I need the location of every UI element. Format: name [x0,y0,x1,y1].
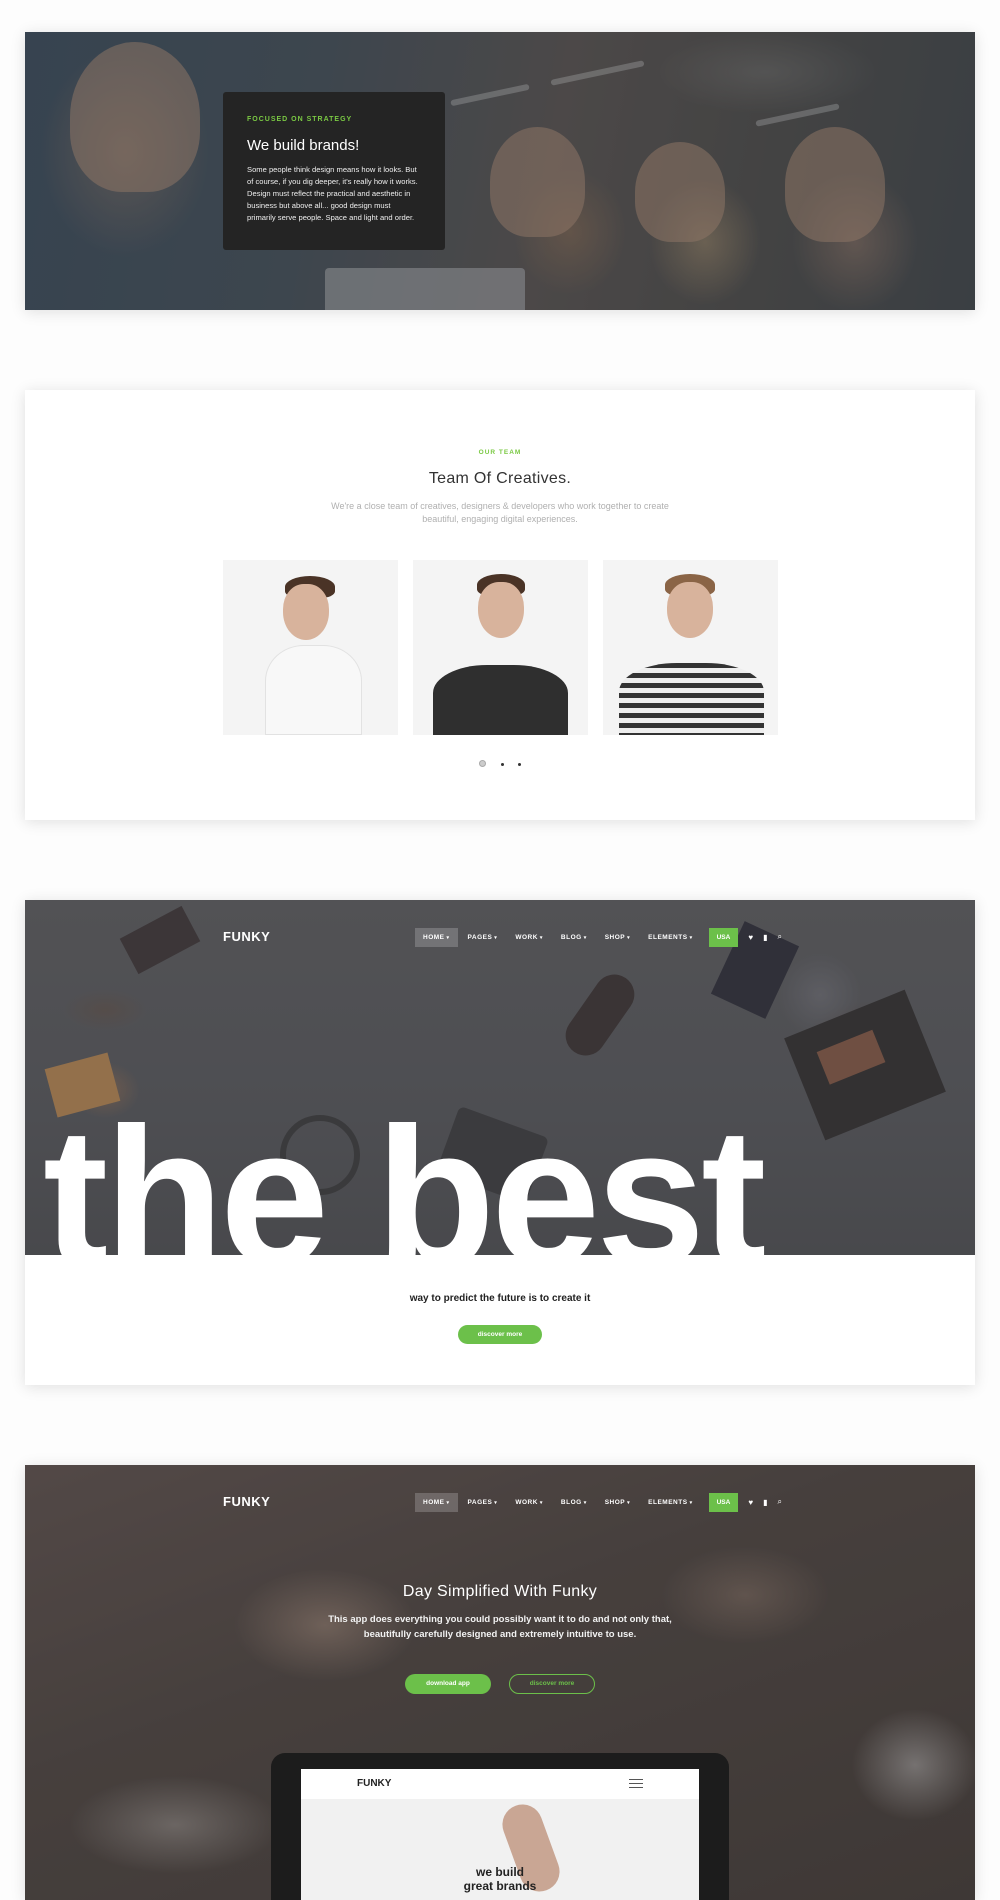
discover-more-button[interactable]: discover more [458,1325,542,1344]
strategy-title: We build brands! [247,137,360,154]
chevron-down-icon: ▾ [539,934,543,941]
nav-item-label: PAGES [467,933,493,941]
team-member-card[interactable] [223,560,398,735]
strategy-eyebrow: FOCUSED ON STRATEGY [247,116,353,123]
tablet-navbar: FUNKY [301,1769,699,1799]
hero-headline: the best [25,1117,975,1255]
chevron-down-icon: ▾ [583,1499,587,1506]
member-sweater [433,665,568,735]
team-member-card[interactable] [603,560,778,735]
chevron-down-icon: ▾ [446,1499,450,1506]
nav-item-label: SHOP [604,1498,626,1506]
nav-item-label: HOME [423,933,445,941]
nav-item-pages[interactable]: PAGES ▾ [460,928,506,947]
chevron-down-icon: ▾ [583,934,587,941]
nav-item-blog[interactable]: BLOG ▾ [553,928,595,947]
hero-headline-text: the best [43,1117,766,1255]
nav-item-work[interactable]: WORK ▾ [507,1493,551,1512]
team-member-card[interactable] [413,560,588,735]
nav-menu: HOME ▾ PAGES ▾ WORK ▾ BLOG ▾ SHOP ▾ ELEMENTS ▾… [415,1491,782,1513]
hero-tagline: way to predict the future is to create i… [409,1293,591,1304]
carousel-dot[interactable] [517,763,521,766]
team-eyebrow: OUR TEAM [478,449,522,456]
chevron-down-icon: ▾ [494,1499,498,1506]
hamburger-menu-icon [629,1779,643,1791]
nav-item-elements[interactable]: ELEMENTS ▾ [640,928,700,947]
nav-item-shop[interactable]: SHOP ▾ [597,1493,638,1512]
main-navbar: FUNKY HOME ▾ PAGES ▾ WORK ▾ BLOG ▾ SHOP ▾ ELE… [25,1491,975,1513]
member-shirt [265,645,362,735]
discover-more-button[interactable]: discover more [509,1674,595,1694]
strategy-body: Some people think design means how it lo… [247,165,418,222]
strategy-card: FOCUSED ON STRATEGY We build brands! Som… [223,92,445,250]
chevron-down-icon: ▾ [494,934,498,941]
app-title: Day Simplified With Funky [402,1583,598,1600]
member-head [283,584,329,640]
tablet-headline-line: great brands [463,1879,537,1893]
nav-item-label: ELEMENTS [648,933,688,941]
nav-item-label: HOME [423,1498,445,1506]
nav-item-work[interactable]: WORK ▾ [507,928,551,947]
nav-item-pages[interactable]: PAGES ▾ [460,1493,506,1512]
nav-item-home[interactable]: HOME ▾ [415,927,458,947]
nav-item-label: ELEMENTS [648,1498,688,1506]
chevron-down-icon: ▾ [627,1499,631,1506]
chevron-down-icon: ▾ [446,934,450,941]
member-head [478,582,524,638]
carousel-dot[interactable] [479,760,487,767]
heart-icon[interactable]: ♥ [748,933,753,942]
tablet-logo: FUNKY [357,1778,392,1789]
heart-icon[interactable]: ♥ [748,1498,753,1507]
search-icon[interactable]: ⌕ [777,1497,781,1507]
carousel-dot[interactable] [500,763,504,766]
chevron-down-icon: ▾ [627,934,631,941]
hero-panel: FOCUSED ON STRATEGY We build brands! Som… [25,32,975,310]
tablet-screen: FUNKY we build great brands [301,1769,699,1900]
tablet-headline: we build great brands [301,1865,699,1893]
team-title: Team Of Creatives. [428,470,572,487]
tablet-headline-line: we build [476,1865,524,1879]
nav-item-blog[interactable]: BLOG ▾ [553,1493,595,1512]
app-description: This app does everything you could possi… [328,1614,672,1640]
download-app-button[interactable]: download app [405,1674,491,1694]
site-logo[interactable]: FUNKY [223,929,270,944]
nav-item-label: WORK [515,933,538,941]
nav-item-label: WORK [515,1498,538,1506]
nav-menu: HOME ▾ PAGES ▾ WORK ▾ BLOG ▾ SHOP ▾ ELEMENTS ▾… [415,926,782,948]
member-shirt [619,663,764,735]
the-best-panel: FUNKY HOME ▾ PAGES ▾ WORK ▾ BLOG ▾ SHOP ▾ ELE… [25,900,975,1385]
nav-item-home[interactable]: HOME ▾ [415,1492,458,1512]
nav-item-label: PAGES [467,1498,493,1506]
team-panel: OUR TEAM Team Of Creatives. We're a clos… [25,390,975,820]
nav-item-label: BLOG [560,933,582,941]
nav-item-label: SHOP [604,933,626,941]
chevron-down-icon: ▾ [689,1499,693,1506]
cart-icon[interactable]: ▮ [763,933,767,942]
nav-item-label: BLOG [560,1498,582,1506]
search-icon[interactable]: ⌕ [777,932,781,942]
site-logo[interactable]: FUNKY [223,1494,270,1509]
chevron-down-icon: ▾ [689,934,693,941]
main-navbar: FUNKY HOME ▾ PAGES ▾ WORK ▾ BLOG ▾ SHOP ▾ ELE… [25,926,975,948]
nav-item-shop[interactable]: SHOP ▾ [597,928,638,947]
carousel-dots [25,753,975,771]
chevron-down-icon: ▾ [539,1499,543,1506]
team-intro: We're a close team of creatives, designe… [331,501,669,524]
country-selector[interactable]: USA [708,1492,739,1512]
cart-icon[interactable]: ▮ [763,1498,767,1507]
member-head [667,582,713,638]
country-selector[interactable]: USA [708,927,739,947]
nav-item-elements[interactable]: ELEMENTS ▾ [640,1493,700,1512]
photo-overlay [25,32,975,310]
app-panel: FUNKY HOME ▾ PAGES ▾ WORK ▾ BLOG ▾ SHOP ▾ ELE… [25,1465,975,1900]
tablet-mockup: FUNKY we build great brands [271,1753,729,1900]
